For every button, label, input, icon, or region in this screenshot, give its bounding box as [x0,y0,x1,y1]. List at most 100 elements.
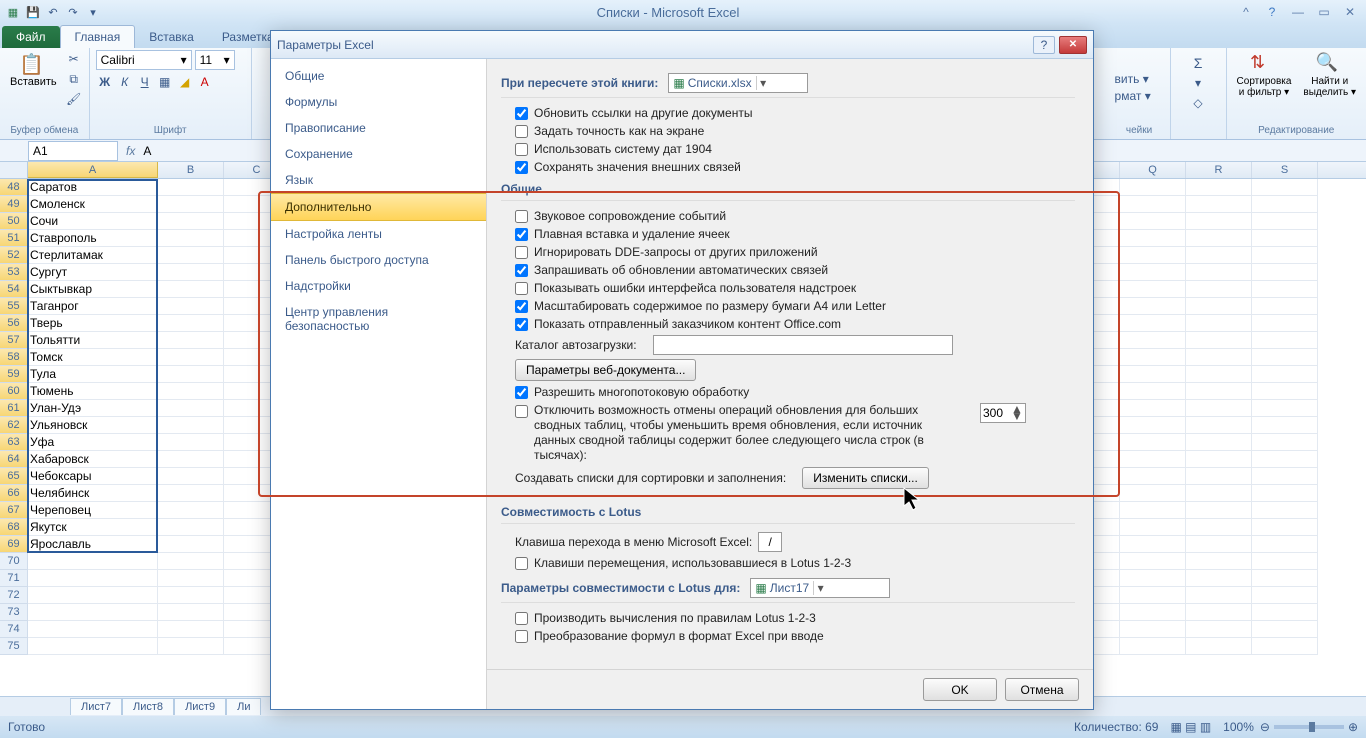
row-header[interactable]: 62 [0,417,28,434]
cell[interactable] [1120,230,1186,247]
cell[interactable]: Чебоксары [28,468,158,485]
font-color-button[interactable]: A [196,73,214,91]
cb-update-links[interactable] [515,107,528,120]
row-header[interactable]: 68 [0,519,28,536]
restore-icon[interactable]: ▭ [1312,3,1336,21]
cell[interactable] [1120,502,1186,519]
cell[interactable] [1120,451,1186,468]
cell[interactable]: Сочи [28,213,158,230]
lotus-sheet-combo[interactable]: ▦Лист17▾ [750,578,890,598]
col-header[interactable]: R [1186,162,1252,178]
row-header[interactable]: 73 [0,604,28,621]
cell[interactable] [1252,417,1318,434]
cell[interactable] [1120,468,1186,485]
cell[interactable] [158,502,224,519]
row-header[interactable]: 64 [0,451,28,468]
cell[interactable] [158,349,224,366]
row-header[interactable]: 75 [0,638,28,655]
minimize-icon[interactable]: — [1286,3,1310,21]
row-header[interactable]: 65 [0,468,28,485]
cell[interactable] [1252,332,1318,349]
cell[interactable] [158,536,224,553]
sheet-tab[interactable]: Лист8 [122,698,174,715]
cell[interactable] [1252,281,1318,298]
cell[interactable]: Челябинск [28,485,158,502]
cell[interactable]: Саратов [28,179,158,196]
cell[interactable] [1120,417,1186,434]
cell[interactable] [1252,604,1318,621]
cb-smooth-insert[interactable] [515,228,528,241]
cell[interactable] [1252,553,1318,570]
cell[interactable]: Хабаровск [28,451,158,468]
cell[interactable] [158,587,224,604]
cell[interactable] [1186,604,1252,621]
save-icon[interactable]: 💾 [24,3,42,21]
cell[interactable]: Ульяновск [28,417,158,434]
view-normal-icon[interactable]: ▦ ▤ ▥ [1170,720,1211,734]
lotus-key-input[interactable] [758,532,782,552]
sort-filter-button[interactable]: ⇅ Сортировка и фильтр ▾ [1233,50,1296,100]
cell[interactable] [1252,349,1318,366]
minimize-ribbon-icon[interactable]: ^ [1234,3,1258,21]
cell[interactable]: Стерлитамак [28,247,158,264]
cell[interactable] [158,315,224,332]
cell[interactable] [28,638,158,655]
cell[interactable] [1186,400,1252,417]
fill-icon[interactable]: ▾ [1189,74,1207,92]
startup-folder-input[interactable] [653,335,953,355]
cell[interactable] [1186,519,1252,536]
cell[interactable] [1120,281,1186,298]
cell[interactable] [158,196,224,213]
row-header[interactable]: 51 [0,230,28,247]
copy-icon[interactable]: ⧉ [65,70,83,88]
cell[interactable] [1186,621,1252,638]
cell[interactable] [158,451,224,468]
cell[interactable] [1186,247,1252,264]
row-header[interactable]: 53 [0,264,28,281]
zoom-level[interactable]: 100% [1223,720,1254,734]
cell[interactable] [1120,536,1186,553]
cell[interactable] [158,553,224,570]
row-header[interactable]: 55 [0,298,28,315]
cell[interactable]: Тольятти [28,332,158,349]
cell[interactable] [1252,638,1318,655]
cell[interactable] [158,638,224,655]
cell[interactable] [158,230,224,247]
cb-multithread[interactable] [515,386,528,399]
cell[interactable] [1120,400,1186,417]
dialog-close-button[interactable]: ✕ [1059,36,1087,54]
cb-lotus-eval[interactable] [515,612,528,625]
cell[interactable] [1120,519,1186,536]
cell[interactable] [1120,587,1186,604]
dialog-nav-item[interactable]: Настройка ленты [271,221,486,247]
cell[interactable] [1186,434,1252,451]
font-name-combo[interactable]: Calibri▾ [96,50,192,70]
font-size-combo[interactable]: 11▾ [195,50,235,70]
cell[interactable] [1252,213,1318,230]
bold-button[interactable]: Ж [96,73,114,91]
cell[interactable] [28,604,158,621]
cell[interactable] [28,570,158,587]
cell[interactable] [1186,502,1252,519]
row-header[interactable]: 57 [0,332,28,349]
cell[interactable]: Томск [28,349,158,366]
row-header[interactable]: 60 [0,383,28,400]
cell[interactable] [1120,553,1186,570]
cell[interactable] [1252,485,1318,502]
tab-insert[interactable]: Вставка [135,26,208,48]
col-header[interactable]: B [158,162,224,178]
cell[interactable] [1252,468,1318,485]
insert-cells-btn[interactable]: вить ▾ [1115,72,1149,86]
cell[interactable] [1186,366,1252,383]
cb-save-external-links[interactable] [515,161,528,174]
cell[interactable] [1120,485,1186,502]
cell[interactable] [1120,332,1186,349]
fx-icon[interactable]: fx [126,144,135,158]
cell[interactable] [28,587,158,604]
cell[interactable] [1120,366,1186,383]
cell[interactable] [158,298,224,315]
dialog-nav-item[interactable]: Формулы [271,89,486,115]
cell[interactable] [1186,332,1252,349]
cell[interactable] [1186,451,1252,468]
redo-icon[interactable]: ↷ [64,3,82,21]
